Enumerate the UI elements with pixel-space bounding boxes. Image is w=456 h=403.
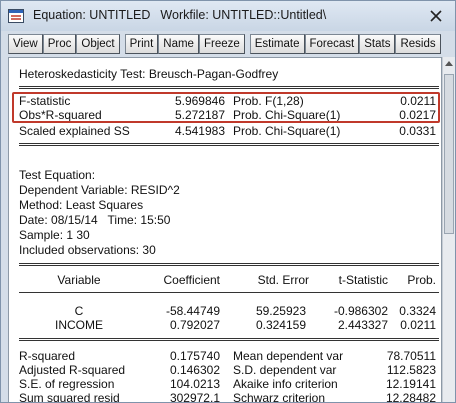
- scrollbar-thumb[interactable]: [444, 74, 454, 234]
- eviews-equation-icon: [8, 9, 24, 23]
- stat-value: 302972.1: [169, 391, 220, 403]
- coef-std-error: 0.324159: [255, 318, 306, 332]
- divider: [19, 263, 439, 266]
- stat-value: 12.28482: [385, 391, 436, 403]
- coef-variable: INCOME: [55, 318, 103, 332]
- coef-t-stat: 2.443327: [337, 318, 388, 332]
- stat-label: Schwarz criterion: [233, 391, 326, 403]
- col-header-prob: Prob.: [407, 273, 436, 287]
- workfile-title: Workfile: UNTITLED::Untitled\: [160, 8, 327, 22]
- coef-std-error: 59.25923: [255, 304, 306, 318]
- sample: Sample: 1 30: [19, 228, 90, 242]
- stat-label: Akaike info criterion: [233, 377, 338, 391]
- highlight-box: [12, 92, 440, 123]
- object-button[interactable]: Object: [76, 34, 120, 54]
- coef-prob: 0.3324: [399, 304, 436, 318]
- stat-value: 0.146302: [169, 363, 220, 377]
- stat-label: R-squared: [19, 349, 76, 363]
- stat-value: 78.70511: [386, 349, 436, 363]
- included-observations: Included observations: 30: [19, 243, 156, 257]
- output-area[interactable]: Heteroskedasticity Test: Breusch-Pagan-G…: [8, 57, 442, 403]
- test-equation-heading: Test Equation:: [19, 168, 96, 182]
- close-icon[interactable]: [427, 7, 445, 25]
- stat-value: 112.5823: [386, 363, 436, 377]
- test-title: Heteroskedasticity Test: Breusch-Pagan-G…: [19, 67, 279, 81]
- col-header-t-statistic: t-Statistic: [338, 273, 388, 287]
- stat-label: S.D. dependent var: [233, 363, 337, 377]
- date-time: Date: 08/15/14 Time: 15:50: [19, 213, 171, 227]
- equation-title: Equation: UNTITLED: [33, 8, 151, 22]
- forecast-button[interactable]: Forecast: [304, 34, 360, 54]
- col-header-std-error: Std. Error: [257, 273, 309, 287]
- name-button[interactable]: Name: [158, 34, 199, 54]
- title-bar[interactable]: Equation: UNTITLED Workfile: UNTITLED::Un…: [1, 1, 455, 31]
- col-header-coefficient: Coefficient: [163, 273, 220, 287]
- freeze-button[interactable]: Freeze: [198, 34, 245, 54]
- estimate-button[interactable]: Estimate: [249, 34, 305, 54]
- window-title: Equation: UNTITLED Workfile: UNTITLED::Un…: [33, 8, 326, 22]
- coef-variable: C: [74, 304, 84, 318]
- test-prob: 0.0331: [399, 124, 436, 138]
- scroll-up-arrow-icon[interactable]: [443, 57, 455, 71]
- coef-prob: 0.0211: [400, 318, 436, 332]
- col-header-variable: Variable: [57, 273, 101, 287]
- test-label: Scaled explained SS: [19, 124, 130, 138]
- view-button[interactable]: View: [8, 34, 43, 54]
- stat-label: S.E. of regression: [19, 377, 115, 391]
- divider: [19, 86, 439, 89]
- coef-value: 0.792027: [169, 318, 220, 332]
- equation-window: Equation: UNTITLED Workfile: UNTITLED::Un…: [0, 0, 456, 403]
- stat-value: 12.19141: [385, 377, 436, 391]
- dependent-variable: Dependent Variable: RESID^2: [19, 183, 180, 197]
- divider: [19, 338, 439, 341]
- toolbar: View Proc Object Print Name Freeze Estim…: [8, 34, 441, 54]
- divider: [19, 143, 439, 146]
- proc-button[interactable]: Proc: [42, 34, 77, 54]
- resids-button[interactable]: Resids: [395, 34, 441, 54]
- vertical-scrollbar[interactable]: [442, 57, 455, 402]
- stat-value: 0.175740: [169, 349, 220, 363]
- coef-value: -58.44749: [165, 304, 220, 318]
- stat-label: Mean dependent var: [233, 349, 344, 363]
- divider: [19, 292, 439, 293]
- stat-label: Adjusted R-squared: [19, 363, 126, 377]
- stat-value: 104.0213: [169, 377, 220, 391]
- coef-t-stat: -0.986302: [333, 304, 388, 318]
- print-button[interactable]: Print: [124, 34, 159, 54]
- test-prob-label: Prob. Chi-Square(1): [233, 124, 341, 138]
- stats-button[interactable]: Stats: [359, 34, 396, 54]
- stat-label: Sum squared resid: [19, 391, 120, 403]
- method: Method: Least Squares: [19, 198, 144, 212]
- test-value: 4.541983: [174, 124, 225, 138]
